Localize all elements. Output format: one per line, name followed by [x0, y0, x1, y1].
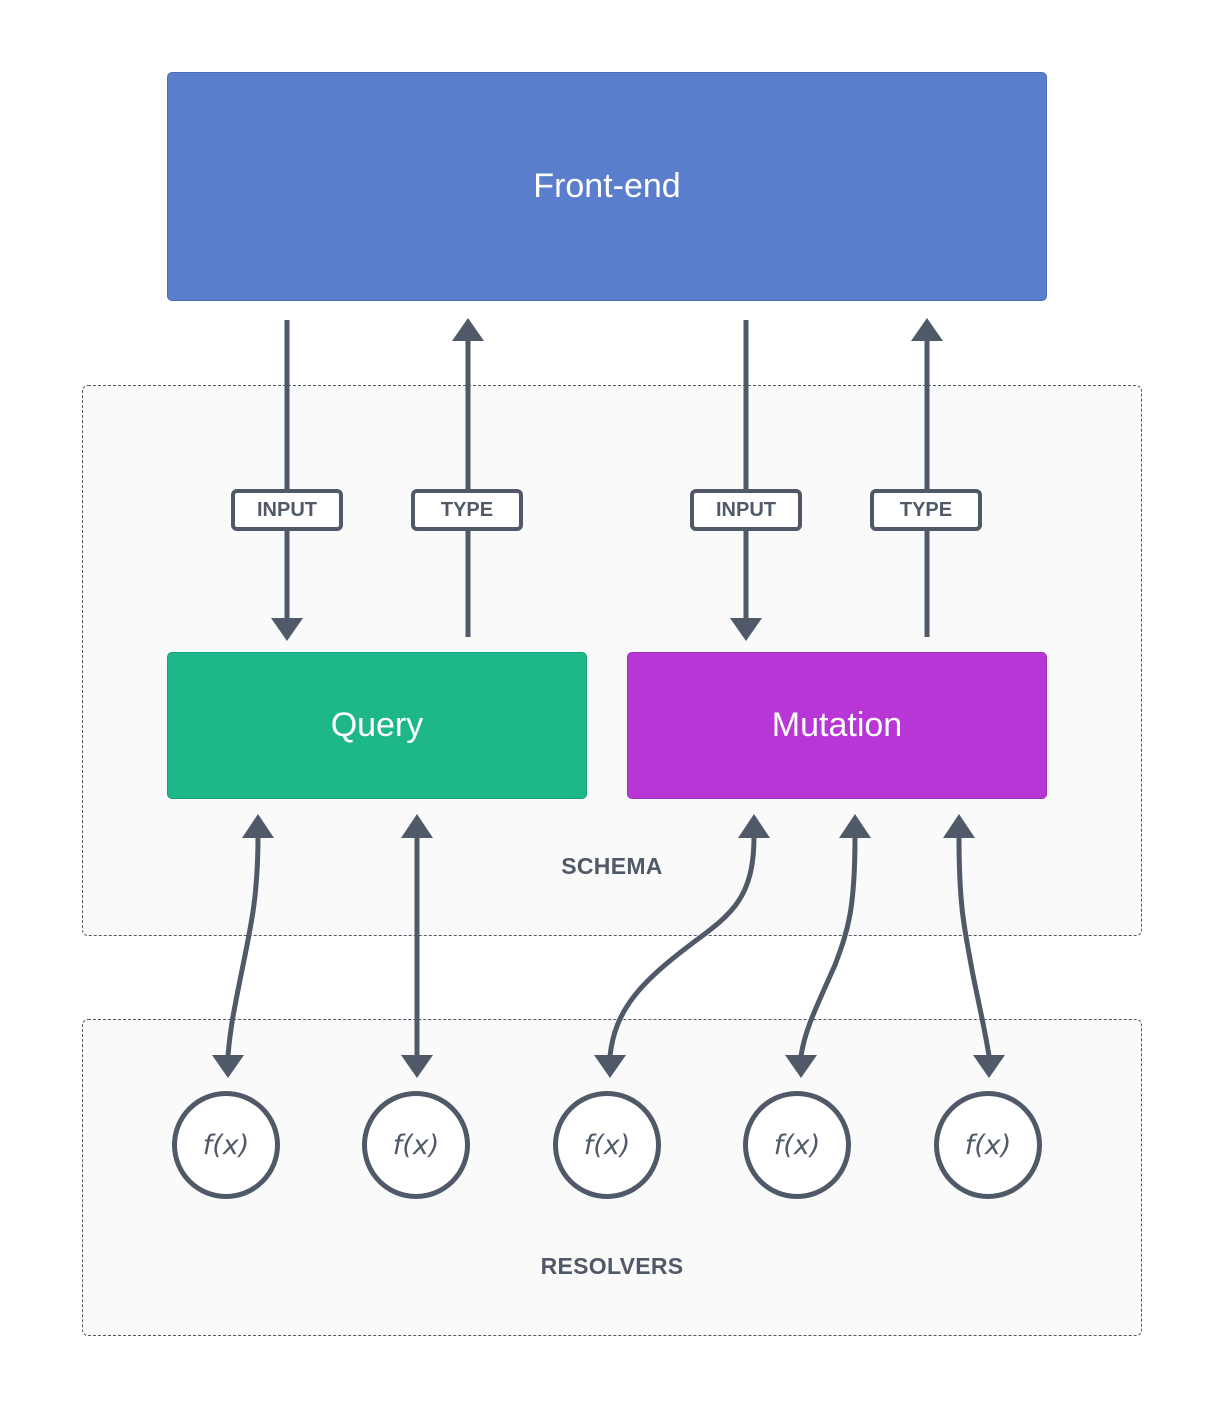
arrowhead-down [401, 1055, 433, 1078]
query-box[interactable]: Query [167, 652, 587, 799]
arrowhead-down [973, 1055, 1005, 1078]
tag-label: INPUT [257, 498, 317, 521]
arrowhead-up [452, 318, 484, 341]
arrowhead-up [839, 814, 871, 838]
mutation-box[interactable]: Mutation [627, 652, 1047, 799]
arrow-resolver-3 [607, 835, 757, 1057]
function-label: f(x) [583, 1129, 631, 1161]
mutation-input-tag: INPUT [690, 489, 802, 531]
arrowhead-down [594, 1055, 626, 1078]
arrowhead-down [212, 1055, 244, 1078]
mutation-type-tag: TYPE [870, 489, 982, 531]
arrowhead-up [738, 814, 770, 838]
resolver-function[interactable]: f(x) [362, 1091, 470, 1199]
arrowhead-up [242, 814, 274, 838]
function-label: f(x) [392, 1129, 440, 1161]
arrowhead-down [730, 618, 762, 641]
tag-label: TYPE [440, 498, 494, 521]
arrow-resolver-5 [956, 835, 992, 1057]
query-label: Query [330, 706, 424, 744]
tag-label: TYPE [899, 498, 953, 521]
arrow-resolver-1 [225, 835, 261, 1057]
mutation-label: Mutation [771, 706, 903, 744]
resolver-function[interactable]: f(x) [743, 1091, 851, 1199]
function-label: f(x) [202, 1129, 250, 1161]
resolver-function[interactable]: f(x) [172, 1091, 280, 1199]
arrowhead-down [785, 1055, 817, 1078]
frontend-label: Front-end [533, 167, 681, 205]
frontend-box[interactable]: Front-end [167, 72, 1047, 301]
query-type-tag: TYPE [411, 489, 523, 531]
resolver-function[interactable]: f(x) [934, 1091, 1042, 1199]
resolver-function[interactable]: f(x) [553, 1091, 661, 1199]
query-input-tag: INPUT [231, 489, 343, 531]
function-label: f(x) [773, 1129, 821, 1161]
function-label: f(x) [964, 1129, 1012, 1161]
arrowhead-up [401, 814, 433, 838]
arrow-resolver-4 [798, 835, 858, 1057]
tag-label: INPUT [716, 498, 776, 521]
arrowhead-up [943, 814, 975, 838]
arrowhead-down [271, 618, 303, 641]
arrowhead-up [911, 318, 943, 341]
